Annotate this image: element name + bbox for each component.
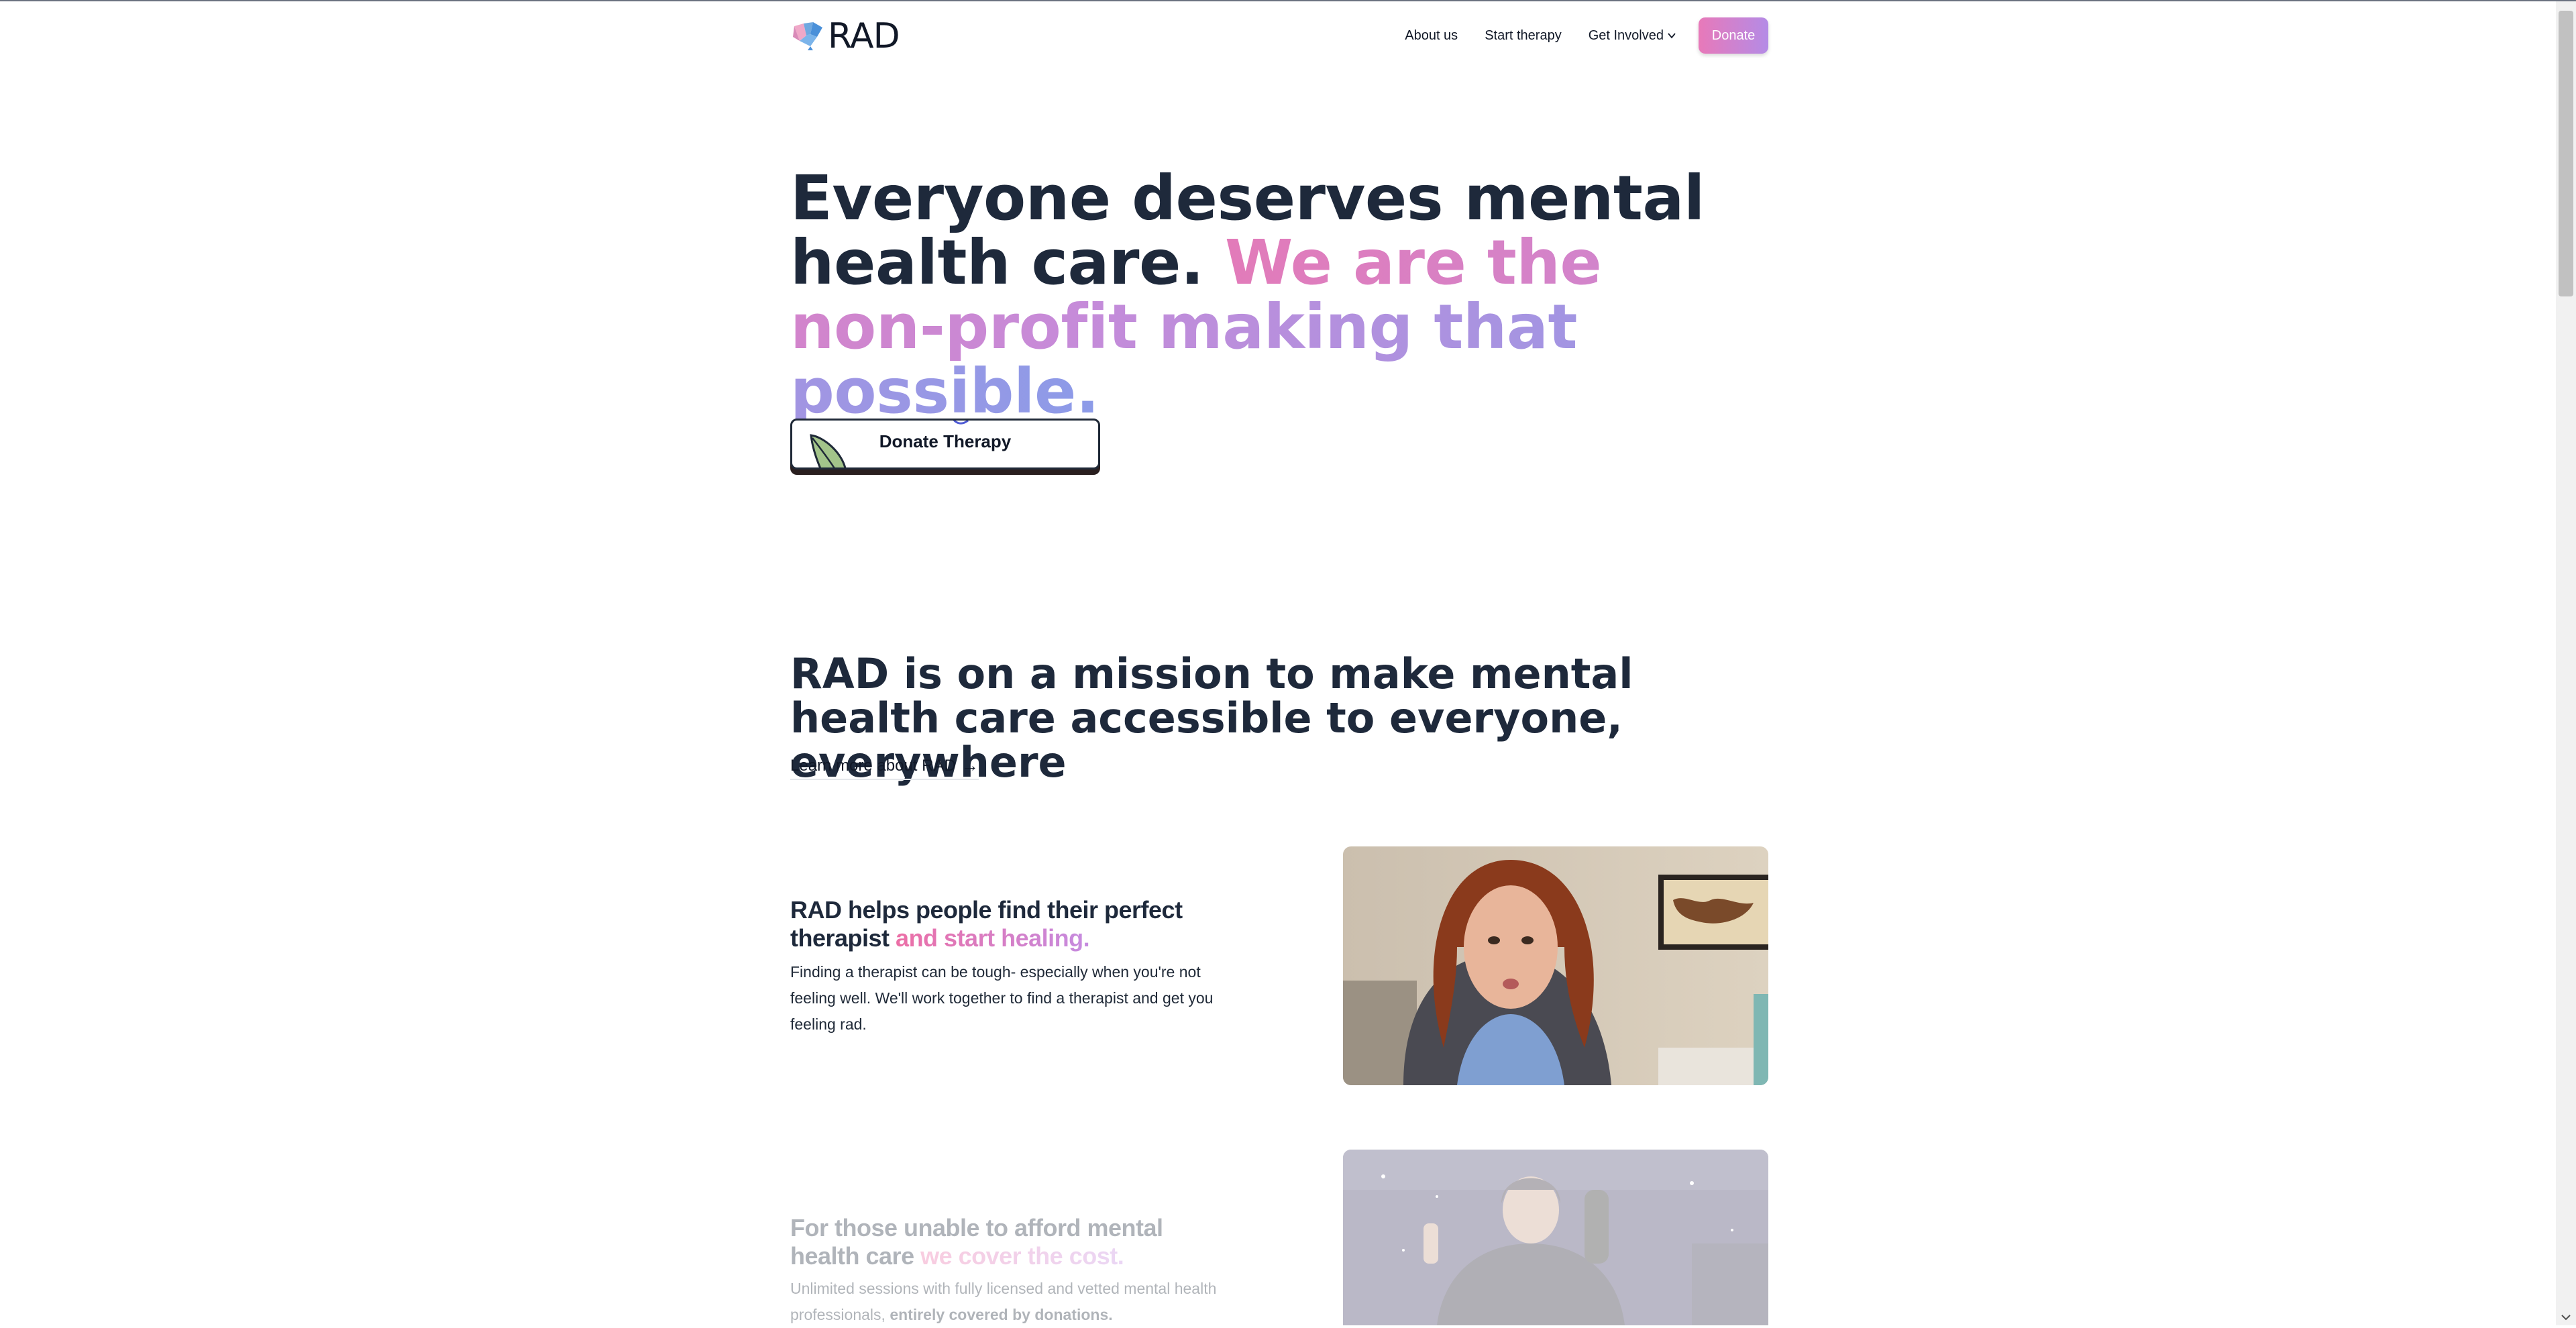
donate-button[interactable]: Donate (1699, 17, 1768, 54)
chevron-down-icon (1668, 33, 1676, 39)
hero-title: Everyone deserves mental health care. We… (790, 166, 1770, 424)
nav-start-therapy-link[interactable]: Start therapy (1485, 28, 1562, 44)
nav-about-link[interactable]: About us (1405, 28, 1458, 44)
arrow-right-icon: → (961, 755, 979, 775)
page-scrollbar[interactable] (2556, 1, 2576, 1325)
swirl-decoration-icon (953, 421, 969, 425)
streamer-photo (1343, 1150, 1768, 1325)
feature-2-text: Unlimited sessions with fully licensed a… (790, 1276, 1233, 1328)
logo[interactable]: RAD (790, 16, 900, 56)
feature-2-title-gradient: we cover the cost. (920, 1242, 1124, 1270)
nav-get-involved-label: Get Involved (1588, 27, 1664, 43)
feature-2-text-bold: entirely covered by donations. (890, 1306, 1113, 1323)
logo-text: RAD (828, 16, 900, 56)
learn-more-link[interactable]: Learn more about RAD → (790, 755, 979, 780)
donate-therapy-label: Donate Therapy (879, 431, 1012, 451)
learn-more-label: Learn more about RAD (790, 756, 956, 775)
therapist-photo (1343, 846, 1768, 1085)
donate-therapy-button[interactable]: Donate Therapy (790, 419, 1100, 469)
brain-logo-icon (793, 22, 822, 50)
feature-1-title: RAD helps people find their perfect ther… (790, 896, 1233, 952)
site-header: RAD About us Start therapy Get Involved … (790, 15, 1768, 56)
scroll-down-arrow-icon[interactable] (2561, 1313, 2571, 1321)
scrollbar-thumb[interactable] (2559, 11, 2573, 296)
feature-2-title: For those unable to afford mental health… (790, 1214, 1233, 1270)
nav-get-involved-dropdown[interactable]: Get Involved (1589, 28, 1677, 44)
feature-1-title-gradient: and start healing. (896, 924, 1090, 952)
feature-2-video-image (1343, 1150, 1768, 1325)
feature-1-video-image (1343, 846, 1768, 1085)
main-nav: About us Start therapy Get Involved Dona… (1405, 17, 1768, 54)
feature-1-text: Finding a therapist can be tough- especi… (790, 963, 1214, 1033)
